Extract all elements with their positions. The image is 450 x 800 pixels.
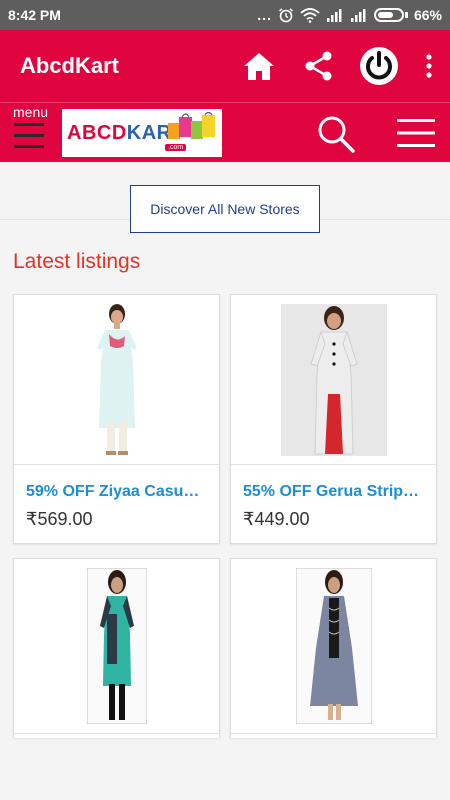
app-bar: AbcdKart (0, 30, 450, 102)
home-icon (244, 53, 274, 80)
product-price: ₹569.00 (26, 509, 93, 529)
product-card[interactable]: 55% OFF Gerua Striped Kurta ₹449.00 (230, 294, 437, 544)
shopping-bags-icon (168, 111, 215, 139)
home-button[interactable] (236, 43, 282, 89)
power-button[interactable] (356, 43, 402, 89)
search-icon (318, 116, 355, 153)
app-bar-actions (236, 43, 450, 89)
list-menu-icon (397, 119, 435, 147)
notification-dots: ... (257, 7, 272, 23)
status-bar: 8:42 PM ... 66% (0, 0, 450, 30)
discover-stores-button[interactable]: Discover All New Stores (130, 185, 320, 233)
search-button[interactable] (314, 112, 358, 156)
product-name[interactable]: 55% OFF Gerua Striped Kurta (231, 465, 436, 501)
product-card[interactable] (13, 558, 220, 738)
signal-icon-1 (326, 9, 342, 22)
sub-header: menu ABCDKART .com (0, 102, 450, 162)
product-price: ₹449.00 (243, 509, 310, 529)
signal-icon-2 (350, 9, 366, 22)
product-card[interactable]: 59% OFF Ziyaa Casual Kurta ₹569.00 (13, 294, 220, 544)
product-name[interactable]: 59% OFF Ziyaa Casual Kurta (14, 465, 219, 501)
abcdkart-logo[interactable]: ABCDKART .com (62, 109, 222, 157)
share-icon (305, 51, 332, 81)
battery-percent: 66% (413, 7, 442, 23)
menu-label: menu (13, 104, 49, 120)
product-image (14, 295, 219, 465)
menu-icon[interactable] (14, 123, 44, 156)
status-icons: ... 66% (257, 7, 442, 23)
share-button[interactable] (296, 43, 342, 89)
power-icon (360, 47, 398, 85)
logo-dotcom: .com (165, 144, 187, 151)
wifi-icon (300, 8, 320, 23)
app-title: AbcdKart (20, 53, 120, 78)
kurta-image-4 (295, 568, 372, 724)
battery-icon (373, 8, 404, 22)
more-vert-icon (426, 54, 432, 78)
more-options-button[interactable] (414, 43, 444, 89)
product-card[interactable] (230, 558, 437, 738)
kurta-image-1 (96, 303, 137, 455)
product-image (231, 295, 436, 465)
latest-listings-title: Latest listings (13, 250, 141, 273)
list-menu-button[interactable] (394, 117, 438, 149)
status-time: 8:42 PM (8, 7, 61, 23)
product-image (14, 559, 219, 734)
kurta-image-3 (86, 568, 147, 724)
product-image (231, 559, 436, 734)
kurta-image-2 (280, 303, 387, 456)
alarm-icon (279, 8, 293, 23)
battery-tip (404, 12, 408, 18)
